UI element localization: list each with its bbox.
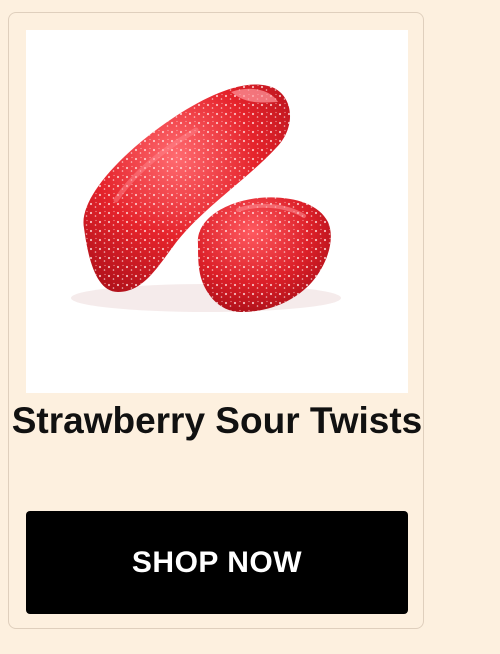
product-title[interactable]: Strawberry Sour Twists [9, 399, 425, 443]
candy-illustration [71, 84, 341, 312]
product-image[interactable] [26, 30, 408, 393]
shop-now-button[interactable]: SHOP NOW [26, 511, 408, 614]
product-card[interactable]: Strawberry Sour Twists SHOP NOW [8, 12, 424, 629]
